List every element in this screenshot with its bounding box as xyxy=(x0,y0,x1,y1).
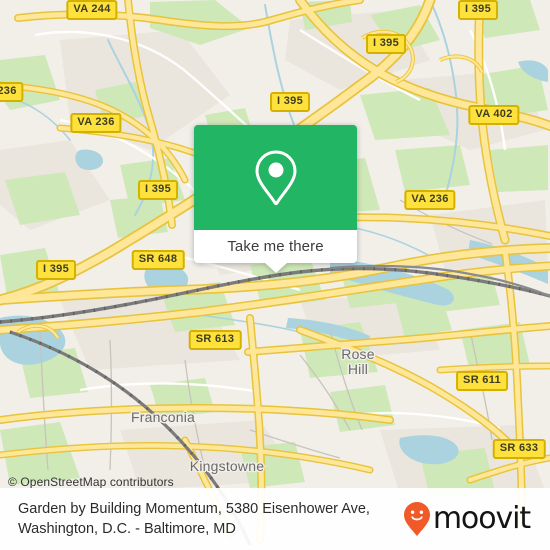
place-label-kingstowne: Kingstowne xyxy=(189,458,265,474)
moovit-wordmark: moovit xyxy=(432,501,531,536)
highway-shield-va-236-clipped[interactable]: 236 xyxy=(0,82,24,102)
popup-footer[interactable]: Take me there xyxy=(194,230,357,273)
osm-attribution[interactable]: © OpenStreetMap contributors xyxy=(8,475,174,489)
highway-shield-i-395[interactable]: I 395 xyxy=(270,92,310,112)
map-pin-icon xyxy=(253,149,299,207)
popup-header xyxy=(194,125,357,230)
highway-shield-i-395[interactable]: I 395 xyxy=(366,34,406,54)
highway-shield-va-402[interactable]: VA 402 xyxy=(468,105,520,125)
highway-shield-va-236[interactable]: VA 236 xyxy=(404,190,456,210)
map-canvas[interactable]: Franconia Rose Hill Kingstowne VA 244 I … xyxy=(0,0,550,550)
place-label-franconia: Franconia xyxy=(130,409,196,425)
location-popup[interactable]: Take me there xyxy=(194,125,357,273)
highway-shield-i-395[interactable]: I 395 xyxy=(36,260,76,280)
caption-bar: Garden by Building Momentum, 5380 Eisenh… xyxy=(0,488,550,550)
place-label-rose-hill: Rose Hill xyxy=(341,347,374,377)
moovit-pin-smile-icon xyxy=(403,502,430,536)
popup-pointer-tail xyxy=(264,263,287,273)
highway-shield-sr-613[interactable]: SR 613 xyxy=(188,330,242,350)
take-me-there-label: Take me there xyxy=(227,238,324,255)
location-caption: Garden by Building Momentum, 5380 Eisenh… xyxy=(18,501,370,537)
place-label-line: Hill xyxy=(347,361,369,377)
highway-shield-sr-633[interactable]: SR 633 xyxy=(492,439,546,459)
highway-shield-va-236[interactable]: VA 236 xyxy=(70,113,122,133)
map-vector-layer xyxy=(0,0,550,550)
map-screenshot: Franconia Rose Hill Kingstowne VA 244 I … xyxy=(0,0,550,550)
highway-shield-i-395[interactable]: I 395 xyxy=(458,0,498,20)
highway-shield-i-395[interactable]: I 395 xyxy=(138,180,178,200)
highway-shield-sr-648[interactable]: SR 648 xyxy=(131,250,185,270)
moovit-brand[interactable]: moovit xyxy=(403,501,534,536)
place-label-line: Rose xyxy=(341,346,375,362)
highway-shield-va-244[interactable]: VA 244 xyxy=(66,0,118,20)
highway-shield-sr-611[interactable]: SR 611 xyxy=(456,371,508,391)
